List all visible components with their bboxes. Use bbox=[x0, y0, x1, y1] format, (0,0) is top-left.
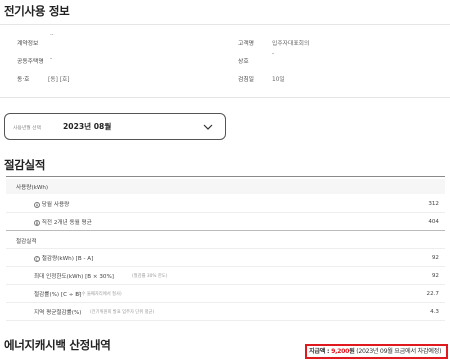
cashback-notice: 지급액 : 9,200원 (2023년 09월 요금에서 차감예정) bbox=[305, 344, 448, 359]
field-label-contract: 계약정보 bbox=[17, 41, 39, 47]
row-divider bbox=[6, 302, 445, 303]
result-row-note: (소수 둘째자리에서 절사) bbox=[76, 292, 122, 297]
result-row-note: (절감률 30% 한도) bbox=[132, 274, 168, 279]
result-row-value: 92 bbox=[431, 273, 439, 279]
divider bbox=[6, 176, 445, 177]
result-row-value: 22.7 bbox=[426, 291, 439, 297]
result-row-value: 92 bbox=[431, 255, 439, 261]
divider bbox=[0, 97, 450, 98]
field-value-apartment: - bbox=[50, 56, 53, 62]
notice-prefix: 지급액 : bbox=[309, 348, 332, 355]
result-row-label: C 절감량(kWh) [B - A] bbox=[34, 254, 93, 262]
cashback-amount: 9,200 bbox=[331, 348, 350, 355]
result-row-text: 최대 인정한도(kWh) [B × 30%] bbox=[34, 274, 114, 280]
field-value-contract: ·· bbox=[50, 33, 54, 39]
row-divider bbox=[6, 212, 445, 213]
savings-title: 절감실적 bbox=[4, 158, 46, 172]
result-row-text: 절감량(kWh) [B - A] bbox=[41, 256, 94, 262]
month-select[interactable]: 사용년월 선택 2023년 08월 bbox=[4, 113, 226, 140]
row-divider bbox=[6, 284, 445, 285]
usage-section-label: 사용량(kWh) bbox=[16, 185, 49, 191]
field-label-unit: 동·호 bbox=[17, 77, 30, 83]
usage-row-label: A 당월 사용량 bbox=[34, 200, 69, 208]
field-label-business: 상호 bbox=[238, 59, 249, 65]
result-section-label: 절감실적 bbox=[16, 239, 37, 245]
result-row-note: (전기위원회 발표 입주자 단위 평균) bbox=[90, 310, 155, 315]
badge-c: C bbox=[34, 255, 40, 262]
month-select-value: 2023년 08월 bbox=[63, 122, 112, 131]
result-row-value: 4.3 bbox=[430, 309, 439, 315]
divider bbox=[0, 24, 450, 25]
result-row-text: 지역 평균절감률(%) bbox=[34, 310, 82, 316]
usage-section-header bbox=[6, 179, 445, 194]
badge-a: A bbox=[34, 201, 40, 208]
field-value-customer: 입주자대표회의 bbox=[272, 41, 310, 47]
row-divider bbox=[6, 266, 445, 267]
usage-row-value: 312 bbox=[428, 201, 439, 207]
month-select-label: 사용년월 선택 bbox=[13, 126, 42, 131]
field-value-meter-date: 10일 bbox=[272, 77, 285, 83]
field-label-apartment: 공동주택명 bbox=[17, 59, 44, 65]
result-row-text: 절감률(%) [C ÷ B] bbox=[34, 292, 82, 298]
cashback-title: 에너지캐시백 산정내역 bbox=[4, 338, 111, 352]
row-divider bbox=[6, 248, 445, 249]
field-label-meter-date: 검침일 bbox=[238, 77, 254, 83]
usage-row-text: 직전 2개년 동월 평균 bbox=[41, 220, 92, 226]
row-divider bbox=[6, 320, 445, 321]
usage-row-value: 404 bbox=[428, 219, 439, 225]
chevron-down-icon[interactable] bbox=[203, 123, 213, 131]
contract-title: 전기사용 정보 bbox=[4, 4, 70, 18]
field-value-unit: [동] [호] bbox=[48, 77, 70, 83]
usage-row-text: 당월 사용량 bbox=[41, 202, 70, 208]
field-label-customer: 고객명 bbox=[238, 41, 254, 47]
usage-row-label: B 직전 2개년 동월 평균 bbox=[34, 218, 92, 226]
notice-suffix: (2023년 09월 요금에서 차감예정) bbox=[354, 348, 442, 355]
badge-b: B bbox=[34, 219, 40, 226]
divider bbox=[6, 230, 445, 231]
field-value-business: - bbox=[272, 51, 275, 57]
